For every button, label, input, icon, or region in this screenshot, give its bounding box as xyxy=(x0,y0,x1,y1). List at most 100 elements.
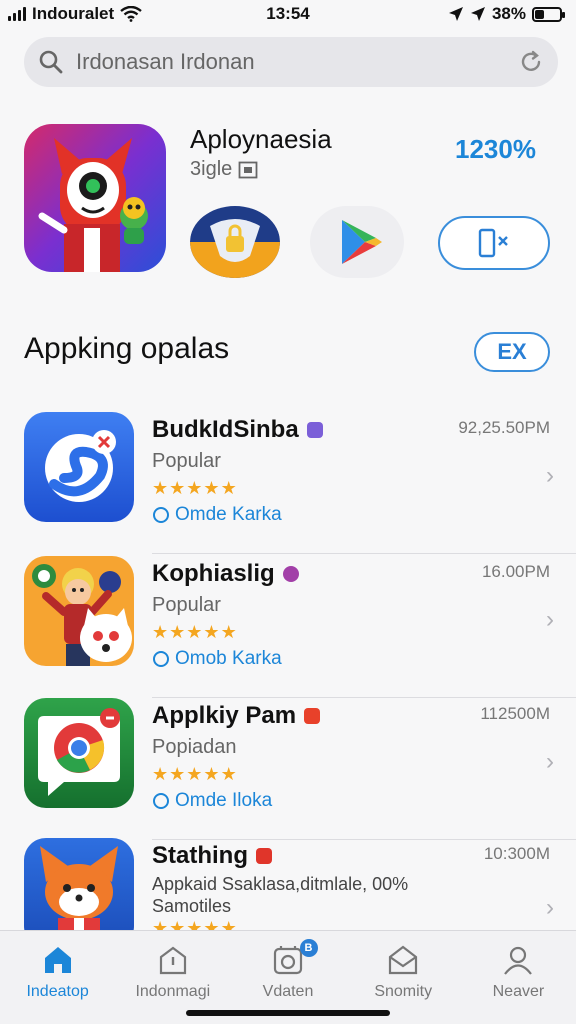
tab-label: Vdaten xyxy=(262,983,314,1000)
featured-app-title[interactable]: Aploynaesia xyxy=(190,124,332,155)
app-badge xyxy=(256,848,272,864)
app-size: 92,25.50PM xyxy=(458,418,550,437)
navigation-icon xyxy=(470,7,485,21)
star-icon: ★ xyxy=(186,478,204,498)
featured-app-subtitle: 3igle xyxy=(190,158,258,181)
play-store-button[interactable] xyxy=(310,206,404,278)
star-icon: ★ xyxy=(203,918,221,930)
tab-label: Neaver xyxy=(492,983,545,1000)
star-icon: ★ xyxy=(203,622,221,642)
star-icon: ★ xyxy=(186,764,204,784)
star-icon: ★ xyxy=(203,764,221,784)
chevron-right-icon[interactable]: › xyxy=(546,894,554,922)
app-name-text: BudkIdSinba xyxy=(152,416,299,443)
app-size: 10:300M xyxy=(483,844,550,863)
blue-swirl-app-icon xyxy=(24,412,134,522)
star-icon: ★ xyxy=(220,918,238,930)
star-icon: ★ xyxy=(152,764,170,784)
app-name: Applkiy Pam xyxy=(152,702,321,730)
app-meta-text: Omde Karka xyxy=(175,504,282,525)
home-icon xyxy=(44,947,71,973)
star-icon: ★ xyxy=(169,918,187,930)
star-icon: ★ xyxy=(203,478,221,498)
featured-app-icon[interactable] xyxy=(24,124,166,272)
home-indicator xyxy=(186,1010,390,1016)
clock-icon xyxy=(153,651,169,667)
star-rating: ★★★★★ xyxy=(152,918,238,930)
star-icon: ★ xyxy=(152,918,170,930)
app-category: Popiadan xyxy=(152,736,237,758)
battery-percent: 38% xyxy=(491,4,526,23)
app-size: 16.00PM xyxy=(481,562,550,581)
app-meta-text: Omob Karka xyxy=(175,648,282,669)
tab-home[interactable]: Indeatop xyxy=(0,931,115,1024)
star-icon: ★ xyxy=(169,478,187,498)
status-right: 38% xyxy=(448,4,565,24)
row-divider xyxy=(152,553,576,554)
fox-app-icon xyxy=(24,838,134,930)
star-icon: ★ xyxy=(186,918,204,930)
tab-profile[interactable]: Neaver xyxy=(461,931,576,1024)
app-meta-text: Omde Iloka xyxy=(175,790,273,811)
star-rating: ★★★★★ xyxy=(152,478,238,499)
app-category: Appkaid Ssaklasa,ditmlale, 00% xyxy=(152,874,409,894)
app-badge xyxy=(282,566,299,582)
chevron-right-icon[interactable]: › xyxy=(546,748,554,776)
app-row[interactable]: Kophiaslig Popular ★★★★★ Omob Karka 16.0… xyxy=(0,556,576,698)
app-category: Popular xyxy=(152,594,221,616)
app-badge xyxy=(306,422,323,438)
shield-app-button[interactable] xyxy=(190,206,280,278)
cartoon-characters-app-icon xyxy=(24,556,134,666)
section-ex-button[interactable]: EX xyxy=(474,332,550,372)
app-row[interactable]: Stathing Appkaid Ssaklasa,ditmlale, 00% … xyxy=(0,838,576,930)
app-name-text: Applkiy Pam xyxy=(152,702,297,729)
star-icon: ★ xyxy=(169,764,187,784)
status-bar: Indouralet 13:54 38% xyxy=(0,0,576,28)
chevron-right-icon[interactable]: › xyxy=(546,606,554,634)
signal-icon xyxy=(8,7,26,21)
app-meta[interactable]: Omde Iloka xyxy=(152,790,272,812)
star-icon: ★ xyxy=(169,622,187,642)
app-category: Popular xyxy=(152,450,221,472)
app-name-text: Kophiaslig xyxy=(152,560,275,587)
chrome-chat-app-icon xyxy=(24,698,134,808)
star-icon: ★ xyxy=(220,764,238,784)
app-badge xyxy=(304,708,321,724)
star-icon: ★ xyxy=(186,622,204,642)
battery-level xyxy=(535,9,545,19)
today-icon xyxy=(159,946,186,975)
tab-label: Indonmagi xyxy=(135,983,211,1000)
chevron-right-icon[interactable]: › xyxy=(546,462,554,490)
tab-badge: B xyxy=(299,939,318,957)
tab-label: Indeatop xyxy=(26,983,89,1000)
status-left: Indouralet xyxy=(8,4,142,24)
star-icon: ★ xyxy=(152,478,170,498)
featured-subtitle-text: 3igle xyxy=(190,158,233,180)
app-name-text: Stathing xyxy=(152,842,248,869)
app-row[interactable]: BudkIdSinba Popular ★★★★★ Omde Karka 92,… xyxy=(0,412,576,554)
location-icon xyxy=(448,7,463,21)
updates-icon xyxy=(389,945,418,975)
app-meta[interactable]: Omob Karka xyxy=(152,648,282,670)
star-rating: ★★★★★ xyxy=(152,622,238,643)
device-action-button[interactable] xyxy=(438,216,550,270)
tab-label: Snomity xyxy=(374,983,433,1000)
star-icon: ★ xyxy=(220,622,238,642)
star-rating: ★★★★★ xyxy=(152,764,238,785)
app-meta[interactable]: Omde Karka xyxy=(152,504,282,526)
star-icon: ★ xyxy=(220,478,238,498)
featured-percentage: 1230% xyxy=(455,134,536,164)
search-bar[interactable]: Irdonasan Irdonan xyxy=(24,37,558,87)
search-input[interactable]: Irdonasan Irdonan xyxy=(76,49,518,75)
star-icon: ★ xyxy=(152,622,170,642)
app-row[interactable]: Applkiy Pam Popiadan ★★★★★ Omde Iloka 11… xyxy=(0,698,576,840)
carrier-name: Indouralet xyxy=(32,4,115,23)
phone-x-icon xyxy=(478,228,508,258)
app-name: Kophiaslig xyxy=(152,560,299,588)
search-icon xyxy=(39,50,63,74)
battery-icon xyxy=(532,6,565,22)
refresh-icon[interactable] xyxy=(518,49,544,75)
app-size: 112500M xyxy=(480,704,550,723)
profile-icon xyxy=(504,946,533,975)
clock-icon xyxy=(153,507,169,523)
